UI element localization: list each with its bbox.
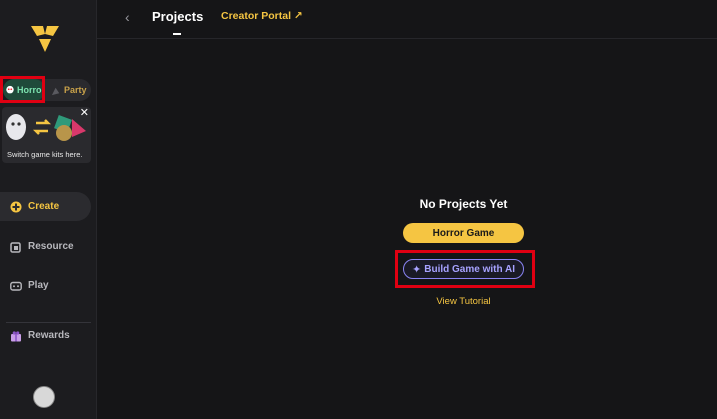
kit-horror-label: Horror bbox=[16, 85, 45, 95]
kit-party-toggle[interactable]: Party bbox=[49, 79, 91, 101]
active-tab-indicator bbox=[173, 33, 181, 35]
top-bar: ‹ Projects Creator Portal ↗ bbox=[97, 0, 717, 39]
tip-text: Switch game kits here. bbox=[7, 150, 83, 159]
gift-icon bbox=[11, 330, 21, 341]
app-logo-icon[interactable] bbox=[27, 20, 63, 56]
nav-resource-label: Resource bbox=[28, 241, 74, 252]
controller-icon bbox=[10, 281, 22, 291]
nav-resource[interactable]: Resource bbox=[0, 232, 91, 261]
creator-portal-link[interactable]: Creator Portal ↗ bbox=[221, 10, 303, 22]
view-tutorial-link[interactable]: View Tutorial bbox=[397, 296, 530, 307]
nav-rewards[interactable]: Rewards bbox=[0, 321, 91, 350]
nav-create-label: Create bbox=[28, 201, 60, 212]
party-icon bbox=[51, 87, 60, 95]
switch-kit-tip-card: ✕ Switch game kits here. bbox=[2, 107, 91, 163]
resource-icon bbox=[10, 241, 21, 253]
kit-party-label: Party bbox=[64, 85, 87, 95]
user-avatar[interactable] bbox=[33, 386, 55, 408]
back-chevron-icon[interactable]: ‹ bbox=[125, 9, 130, 25]
sidebar: Horror Party ✕ Switch game kits here. Cr… bbox=[0, 0, 97, 419]
empty-state-title: No Projects Yet bbox=[419, 197, 508, 211]
kit-switch-illustration bbox=[6, 114, 86, 141]
game-kit-switch[interactable]: Horror Party bbox=[3, 79, 91, 101]
gamepad-icon bbox=[10, 201, 22, 212]
close-tip-icon[interactable]: ✕ bbox=[80, 107, 89, 119]
horror-game-button[interactable]: Horror Game bbox=[403, 223, 524, 243]
nav-play[interactable]: Play bbox=[0, 271, 91, 300]
build-game-with-ai-label: Build Game with AI bbox=[424, 263, 515, 275]
ghost-icon bbox=[6, 85, 14, 93]
nav-play-label: Play bbox=[28, 280, 49, 291]
sparkle-icon: ✦ bbox=[412, 263, 422, 276]
nav-rewards-label: Rewards bbox=[28, 330, 70, 341]
kit-horror-toggle[interactable]: Horror bbox=[3, 79, 45, 101]
page-title[interactable]: Projects bbox=[152, 9, 203, 24]
nav-create[interactable]: Create bbox=[0, 192, 91, 221]
build-game-with-ai-button[interactable]: ✦ Build Game with AI bbox=[403, 259, 524, 279]
